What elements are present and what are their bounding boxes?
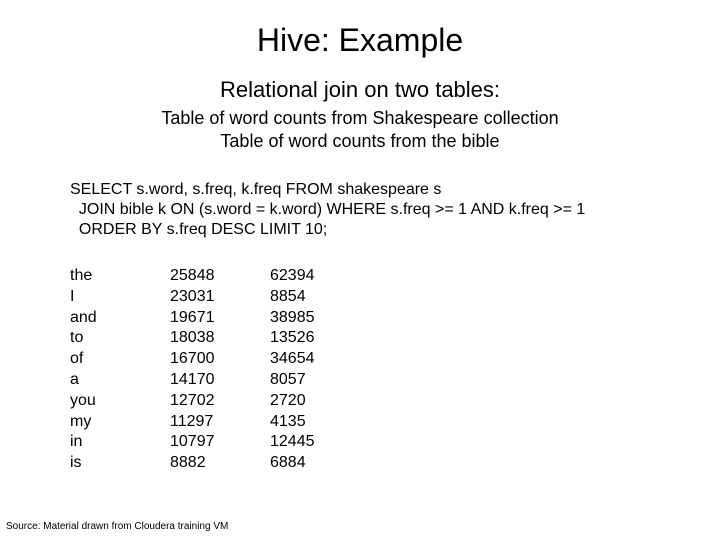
table-cell: the xyxy=(70,267,92,284)
table-cell: is xyxy=(70,454,82,471)
table-cell: 34654 xyxy=(270,350,315,367)
table-cell: 2720 xyxy=(270,392,306,409)
table-cell: 38985 xyxy=(270,309,315,326)
sql-line-2: JOIN bible k ON (s.word = k.word) WHERE … xyxy=(70,201,585,218)
sql-query: SELECT s.word, s.freq, k.freq FROM shake… xyxy=(70,180,720,240)
table-cell: 8882 xyxy=(170,454,206,471)
table-cell: I xyxy=(70,288,74,305)
result-col-word: the I and to of a you my in is xyxy=(70,266,170,474)
table-cell: 11297 xyxy=(170,413,213,430)
table-cell: of xyxy=(70,350,83,367)
table-cell: 6884 xyxy=(270,454,306,471)
table-cell: you xyxy=(70,392,96,409)
subtitle: Relational join on two tables: xyxy=(0,77,720,103)
table-cell: 62394 xyxy=(270,267,315,284)
table-cell: 14170 xyxy=(170,371,215,388)
table-cell: to xyxy=(70,329,83,346)
query-results: the I and to of a you my in is 25848 230… xyxy=(70,266,720,474)
table-cell: 25848 xyxy=(170,267,215,284)
result-col-sfreq: 25848 23031 19671 18038 16700 14170 1270… xyxy=(170,266,270,474)
table-cell: 19671 xyxy=(170,309,215,326)
source-attribution: Source: Material drawn from Cloudera tra… xyxy=(6,521,228,532)
desc-line-1: Table of word counts from Shakespeare co… xyxy=(0,107,720,130)
table-cell: 23031 xyxy=(170,288,215,305)
table-cell: 10797 xyxy=(170,433,215,450)
table-cell: in xyxy=(70,433,82,450)
page-title: Hive: Example xyxy=(0,0,720,59)
table-cell: 12702 xyxy=(170,392,215,409)
slide: Hive: Example Relational join on two tab… xyxy=(0,0,720,540)
table-cell: and xyxy=(70,309,97,326)
description: Table of word counts from Shakespeare co… xyxy=(0,107,720,152)
table-cell: my xyxy=(70,413,91,430)
sql-line-1: SELECT s.word, s.freq, k.freq FROM shake… xyxy=(70,181,441,198)
table-cell: 18038 xyxy=(170,329,215,346)
table-cell: 13526 xyxy=(270,329,315,346)
table-cell: 12445 xyxy=(270,433,315,450)
sql-line-3: ORDER BY s.freq DESC LIMIT 10; xyxy=(70,221,327,238)
table-cell: 16700 xyxy=(170,350,215,367)
table-cell: a xyxy=(70,371,79,388)
result-col-kfreq: 62394 8854 38985 13526 34654 8057 2720 4… xyxy=(270,266,370,474)
desc-line-2: Table of word counts from the bible xyxy=(0,130,720,153)
table-cell: 8854 xyxy=(270,288,306,305)
table-cell: 8057 xyxy=(270,371,306,388)
table-cell: 4135 xyxy=(270,413,306,430)
